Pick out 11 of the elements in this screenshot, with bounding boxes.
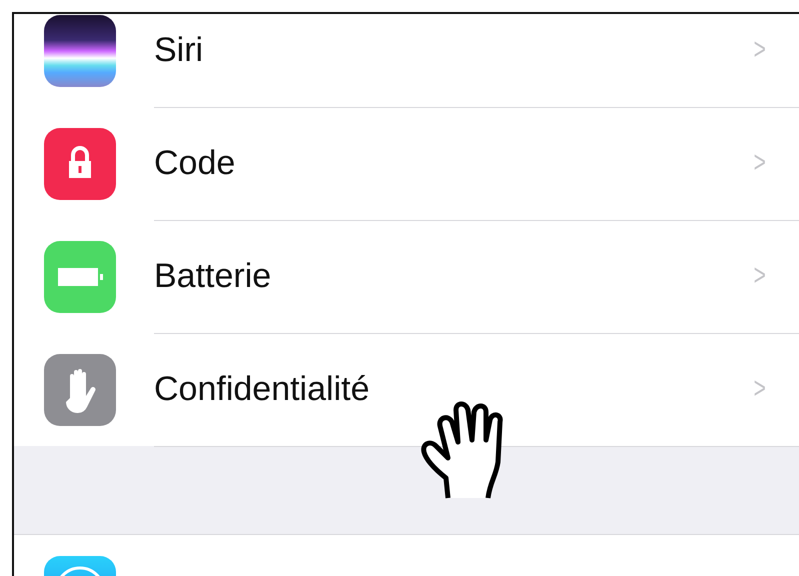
row-label: Code <box>154 144 236 182</box>
battery-icon <box>44 240 116 312</box>
chevron-icon: > <box>754 372 766 406</box>
hand-icon <box>44 354 116 426</box>
row-label: Confidentialité <box>154 370 370 408</box>
chevron-icon: > <box>754 33 766 67</box>
padlock-icon <box>44 128 116 200</box>
row-label: Siri <box>154 30 204 70</box>
chevron-icon: > <box>754 259 766 293</box>
chevron-icon: > <box>754 146 766 180</box>
row-label: Batterie <box>154 256 272 296</box>
